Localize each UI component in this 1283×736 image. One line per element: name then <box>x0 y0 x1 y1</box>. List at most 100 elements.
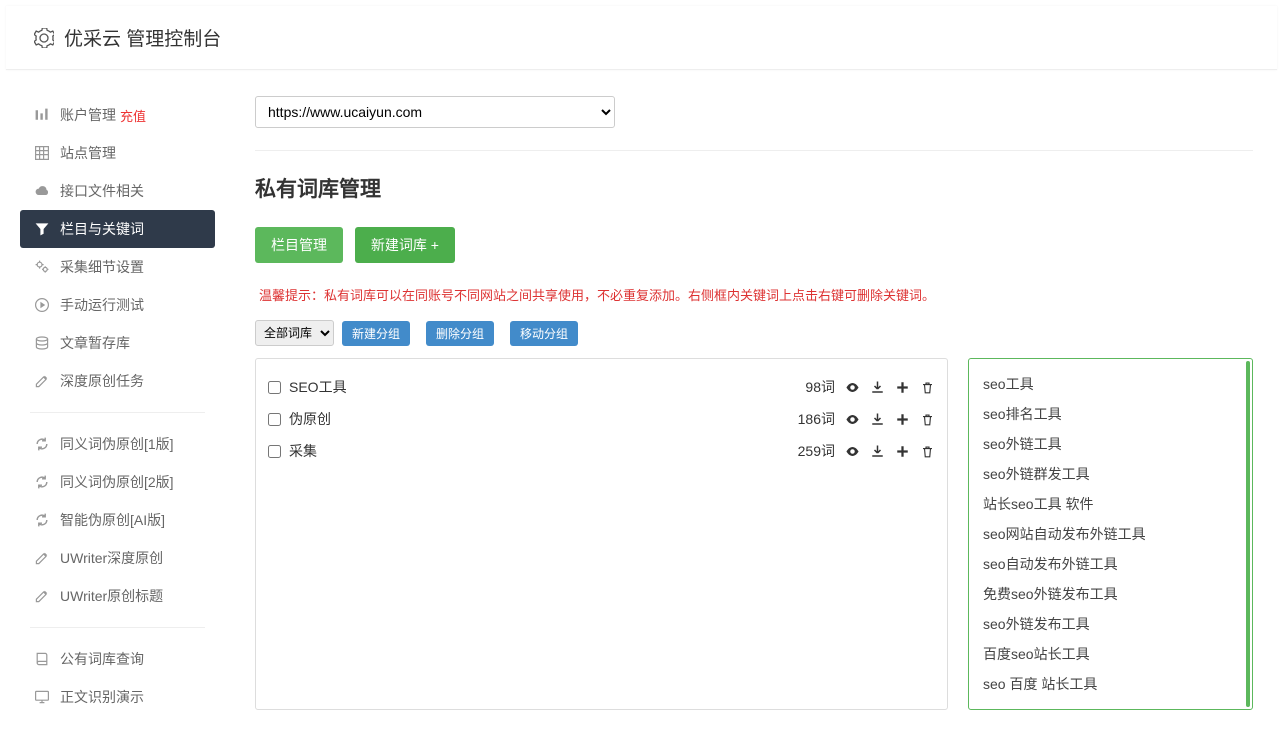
sidebar-item[interactable]: UWriter深度原创 <box>20 539 215 577</box>
sidebar-item[interactable]: 正文识别演示 <box>20 678 215 716</box>
keyword-item[interactable]: seo 百度 站长工具 <box>983 669 1246 699</box>
sidebar-item-label: 深度原创任务 <box>60 371 144 391</box>
sidebar-item[interactable]: 接口文件相关 <box>20 172 215 210</box>
wordlib-checkbox[interactable] <box>268 445 281 458</box>
keyword-item[interactable]: seo网站自动发布外链工具 <box>983 519 1246 549</box>
bars-icon <box>34 107 50 123</box>
move-group-button[interactable]: 移动分组 <box>510 321 578 346</box>
filter-icon <box>34 221 50 237</box>
sidebar-item[interactable]: UWriter原创标题 <box>20 577 215 615</box>
wordlib-name[interactable]: 采集 <box>289 441 798 461</box>
scrollbar[interactable] <box>1246 361 1250 707</box>
monitor-icon <box>34 689 50 705</box>
wordlib-list-panel: SEO工具98词伪原创186词采集259词 <box>255 358 948 710</box>
refresh-icon <box>34 436 50 452</box>
view-icon[interactable] <box>845 380 860 395</box>
add-icon[interactable] <box>895 412 910 427</box>
sidebar-item-label: 公有词库查询 <box>60 649 144 669</box>
edit-icon <box>34 550 50 566</box>
download-icon[interactable] <box>870 380 885 395</box>
wordlib-checkbox[interactable] <box>268 381 281 394</box>
keyword-item[interactable]: seo外链群发工具 <box>983 459 1246 489</box>
sidebar-item-label: 站点管理 <box>60 143 116 163</box>
sidebar-item[interactable]: 公有词库查询 <box>20 640 215 678</box>
gear-icon <box>34 28 54 48</box>
sidebar-item-label: UWriter原创标题 <box>60 586 163 606</box>
sidebar-item[interactable]: 同义词伪原创[2版] <box>20 463 215 501</box>
delete-icon[interactable] <box>920 444 935 459</box>
delete-group-button[interactable]: 删除分组 <box>426 321 494 346</box>
sidebar-badge: 充值 <box>120 106 146 125</box>
add-icon[interactable] <box>895 380 910 395</box>
sidebar-item-label: 账户管理 <box>60 105 116 125</box>
header: 优采云 管理控制台 <box>6 6 1277 70</box>
sidebar-item[interactable]: 采集细节设置 <box>20 248 215 286</box>
wordlib-count: 186词 <box>798 409 835 429</box>
grid-icon <box>34 145 50 161</box>
cloud-icon <box>34 183 50 199</box>
view-icon[interactable] <box>845 444 860 459</box>
view-icon[interactable] <box>845 412 860 427</box>
sidebar-item[interactable]: 账户管理充值 <box>20 96 215 134</box>
add-icon[interactable] <box>895 444 910 459</box>
download-icon[interactable] <box>870 412 885 427</box>
keyword-item[interactable]: seo自动发布外链工具 <box>983 549 1246 579</box>
sidebar-item[interactable]: 文章暂存库 <box>20 324 215 362</box>
refresh-icon <box>34 512 50 528</box>
download-icon[interactable] <box>870 444 885 459</box>
group-select[interactable]: 全部词库 <box>255 320 334 346</box>
nav-divider <box>30 412 205 413</box>
delete-icon[interactable] <box>920 380 935 395</box>
new-wordlib-button[interactable]: 新建词库 + <box>355 227 455 263</box>
group-toolbar: 全部词库 新建分组 删除分组 移动分组 <box>255 320 1253 346</box>
delete-icon[interactable] <box>920 412 935 427</box>
sidebar-item-label: 文章暂存库 <box>60 333 130 353</box>
sidebar-item-label: 同义词伪原创[2版] <box>60 472 174 492</box>
sidebar: 账户管理充值站点管理接口文件相关栏目与关键词采集细节设置手动运行测试文章暂存库深… <box>10 76 225 736</box>
sidebar-item[interactable]: 深度原创任务 <box>20 362 215 400</box>
sidebar-item[interactable]: 栏目与关键词 <box>20 210 215 248</box>
page-title: 私有词库管理 <box>255 173 1253 203</box>
cogs-icon <box>34 259 50 275</box>
wordlib-row: 采集259词 <box>268 435 935 467</box>
new-group-button[interactable]: 新建分组 <box>342 321 410 346</box>
site-select[interactable]: https://www.ucaiyun.com <box>255 96 615 128</box>
sidebar-item-label: 栏目与关键词 <box>60 219 144 239</box>
sidebar-item[interactable]: 智能伪原创[AI版] <box>20 501 215 539</box>
wordlib-row: SEO工具98词 <box>268 371 935 403</box>
wordlib-count: 98词 <box>805 377 835 397</box>
sidebar-item-label: 接口文件相关 <box>60 181 144 201</box>
divider <box>255 150 1253 151</box>
book-icon <box>34 651 50 667</box>
tip-text: 温馨提示：私有词库可以在同账号不同网站之间共享使用，不必重复添加。右侧框内关键词… <box>255 283 1253 306</box>
keyword-item[interactable]: 百度seo站长工具 <box>983 639 1246 669</box>
keyword-item[interactable]: seo排名工具 <box>983 399 1246 429</box>
keyword-list-panel: seo工具seo排名工具seo外链工具seo外链群发工具站长seo工具 软件se… <box>968 358 1253 710</box>
wordlib-name[interactable]: SEO工具 <box>289 377 805 397</box>
nav-divider <box>30 627 205 628</box>
main-content: https://www.ucaiyun.com 私有词库管理 栏目管理 新建词库… <box>225 76 1283 736</box>
edit-icon <box>34 373 50 389</box>
column-manage-button[interactable]: 栏目管理 <box>255 227 343 263</box>
sidebar-item-label: 手动运行测试 <box>60 295 144 315</box>
wordlib-checkbox[interactable] <box>268 413 281 426</box>
sidebar-item[interactable]: 同义词伪原创[1版] <box>20 425 215 463</box>
keyword-item[interactable]: 站长seo工具 软件 <box>983 489 1246 519</box>
action-buttons: 栏目管理 新建词库 + <box>255 227 1253 263</box>
sidebar-item[interactable]: 手动运行测试 <box>20 286 215 324</box>
sidebar-item-label: UWriter深度原创 <box>60 548 163 568</box>
keyword-item[interactable]: seo外链发布工具 <box>983 609 1246 639</box>
wordlib-count: 259词 <box>798 441 835 461</box>
wordlib-row: 伪原创186词 <box>268 403 935 435</box>
sidebar-item-label: 正文识别演示 <box>60 687 144 707</box>
wordlib-name[interactable]: 伪原创 <box>289 409 798 429</box>
sidebar-item[interactable]: 站点管理 <box>20 134 215 172</box>
keyword-item[interactable]: seo工具 <box>983 369 1246 399</box>
stack-icon <box>34 335 50 351</box>
sidebar-item-label: 智能伪原创[AI版] <box>60 510 165 530</box>
keyword-item[interactable]: seo外链工具 <box>983 429 1246 459</box>
sidebar-item-label: 同义词伪原创[1版] <box>60 434 174 454</box>
refresh-icon <box>34 474 50 490</box>
keyword-item[interactable]: 免费seo外链发布工具 <box>983 579 1246 609</box>
edit-icon <box>34 588 50 604</box>
